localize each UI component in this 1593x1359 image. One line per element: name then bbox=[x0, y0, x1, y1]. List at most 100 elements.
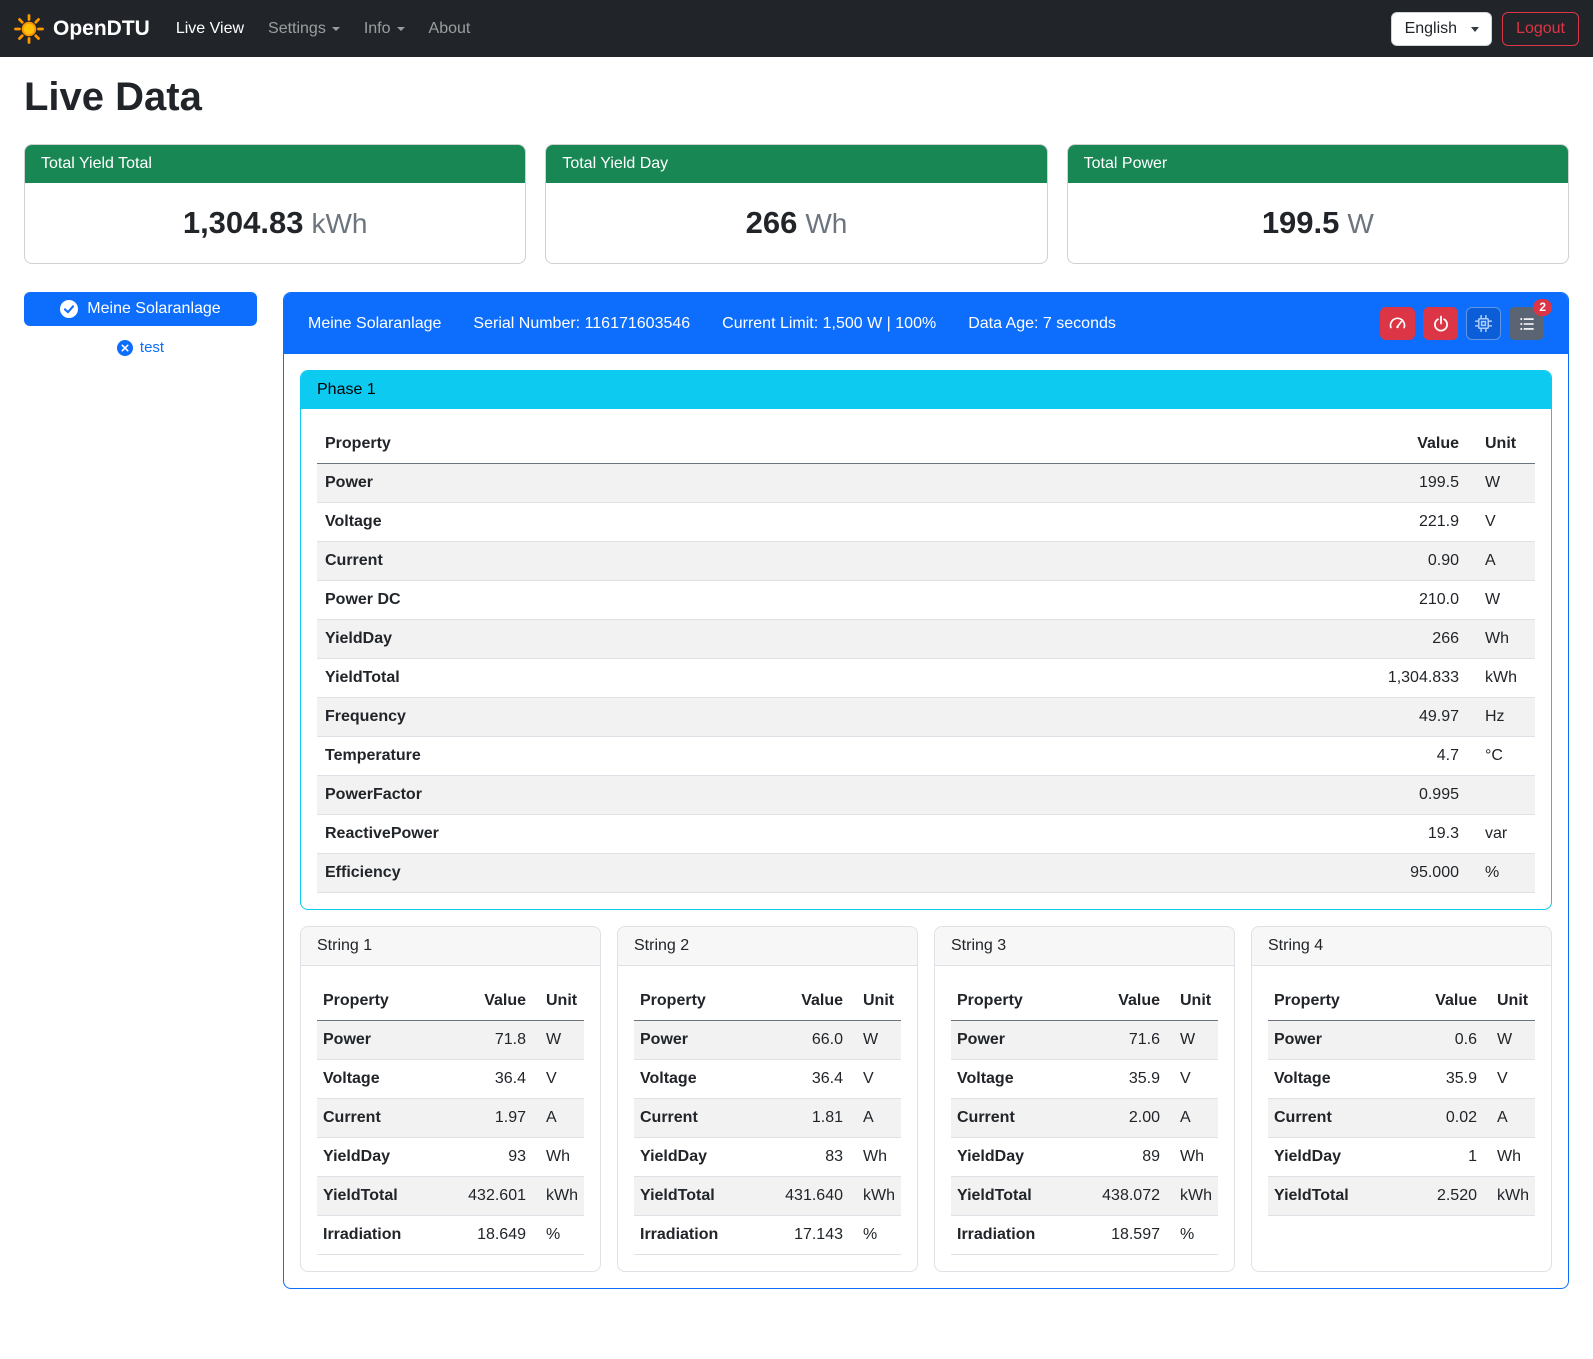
value-cell: 66.0 bbox=[775, 1021, 849, 1060]
table-header-row: Property Value Unit bbox=[634, 982, 901, 1021]
table-row: YieldDay 266 Wh bbox=[317, 620, 1535, 659]
property-cell: Voltage bbox=[317, 1060, 458, 1099]
column-header-value: Value bbox=[1092, 982, 1166, 1021]
power-toggle-button[interactable] bbox=[1423, 307, 1458, 340]
table-row: Power DC 210.0 W bbox=[317, 581, 1535, 620]
property-cell: Irradiation bbox=[634, 1216, 775, 1255]
value-cell: 0.02 bbox=[1409, 1099, 1483, 1138]
string-title: String 3 bbox=[935, 927, 1234, 966]
nav-about[interactable]: About bbox=[420, 12, 480, 46]
table-row: PowerFactor 0.995 bbox=[317, 776, 1535, 815]
limit-settings-button[interactable] bbox=[1380, 307, 1415, 340]
value-cell: 18.649 bbox=[458, 1216, 532, 1255]
value-cell: 0.995 bbox=[1337, 776, 1467, 815]
value-cell: 71.8 bbox=[458, 1021, 532, 1060]
value-cell: 210.0 bbox=[1337, 581, 1467, 620]
unit-cell: kWh bbox=[1483, 1177, 1535, 1216]
table-row: Irradiation 18.597 % bbox=[951, 1216, 1218, 1255]
table-row: YieldDay 89 Wh bbox=[951, 1138, 1218, 1177]
phase-table: Property Value Unit Power bbox=[317, 425, 1535, 893]
language-value: English bbox=[1405, 20, 1457, 37]
unit-cell: °C bbox=[1467, 737, 1535, 776]
phase-title: Phase 1 bbox=[301, 371, 1551, 409]
table-header-row: Property Value Unit bbox=[1268, 982, 1535, 1021]
property-cell: Voltage bbox=[317, 503, 1337, 542]
total-yield-day-value: 266 bbox=[746, 205, 798, 240]
column-header-property: Property bbox=[634, 982, 775, 1021]
x-circle-icon bbox=[117, 340, 133, 356]
string-3-card: String 3 Property Value Unit bbox=[934, 926, 1235, 1272]
restart-device-button[interactable] bbox=[1466, 307, 1501, 340]
nav-settings[interactable]: Settings bbox=[259, 12, 349, 46]
value-cell: 438.072 bbox=[1092, 1177, 1166, 1216]
brand-link[interactable]: OpenDTU bbox=[14, 14, 150, 44]
logout-button[interactable]: Logout bbox=[1502, 12, 1579, 46]
column-header-value: Value bbox=[1409, 982, 1483, 1021]
table-row: Current 2.00 A bbox=[951, 1099, 1218, 1138]
string-1-card: String 1 Property Value Unit bbox=[300, 926, 601, 1272]
property-cell: Power bbox=[634, 1021, 775, 1060]
value-cell: 18.597 bbox=[1092, 1216, 1166, 1255]
unit-cell: Wh bbox=[1483, 1138, 1535, 1177]
total-yield-total-unit: kWh bbox=[312, 208, 368, 239]
unit-cell bbox=[1467, 776, 1535, 815]
table-row: YieldDay 1 Wh bbox=[1268, 1138, 1535, 1177]
chevron-down-icon bbox=[332, 27, 340, 31]
column-header-value: Value bbox=[458, 982, 532, 1021]
table-row: YieldTotal 432.601 kWh bbox=[317, 1177, 584, 1216]
value-cell: 2.00 bbox=[1092, 1099, 1166, 1138]
event-log-button[interactable]: 2 bbox=[1509, 307, 1544, 340]
property-cell: YieldDay bbox=[317, 1138, 458, 1177]
sidebar-item-label: test bbox=[140, 339, 164, 356]
property-cell: Irradiation bbox=[951, 1216, 1092, 1255]
top-navbar: OpenDTU Live View Settings Info About En… bbox=[0, 0, 1593, 57]
property-cell: Current bbox=[951, 1099, 1092, 1138]
event-count-badge: 2 bbox=[1533, 299, 1552, 316]
inverter-panel: Meine Solaranlage Serial Number: 1161716… bbox=[283, 292, 1569, 1289]
table-row: Frequency 49.97 Hz bbox=[317, 698, 1535, 737]
property-cell: Power bbox=[1268, 1021, 1409, 1060]
string-1-table: Property Value Unit Power bbox=[317, 982, 584, 1255]
table-row: YieldTotal 438.072 kWh bbox=[951, 1177, 1218, 1216]
nav-live-view[interactable]: Live View bbox=[167, 12, 253, 46]
language-select[interactable]: English bbox=[1391, 12, 1492, 46]
table-row: Voltage 36.4 V bbox=[317, 1060, 584, 1099]
value-cell: 431.640 bbox=[775, 1177, 849, 1216]
sidebar-item-test[interactable]: test bbox=[24, 339, 257, 356]
unit-cell: V bbox=[1483, 1060, 1535, 1099]
total-yield-day-unit: Wh bbox=[805, 208, 847, 239]
panel-actions: 2 bbox=[1380, 307, 1544, 340]
unit-cell: V bbox=[1166, 1060, 1218, 1099]
unit-cell: V bbox=[849, 1060, 901, 1099]
property-cell: Current bbox=[317, 542, 1337, 581]
table-row: Irradiation 17.143 % bbox=[634, 1216, 901, 1255]
property-cell: Power bbox=[317, 1021, 458, 1060]
unit-cell: A bbox=[532, 1099, 584, 1138]
value-cell: 432.601 bbox=[458, 1177, 532, 1216]
property-cell: YieldTotal bbox=[634, 1177, 775, 1216]
string-title: String 2 bbox=[618, 927, 917, 966]
value-cell: 93 bbox=[458, 1138, 532, 1177]
property-cell: Frequency bbox=[317, 698, 1337, 737]
value-cell: 36.4 bbox=[775, 1060, 849, 1099]
property-cell: YieldTotal bbox=[951, 1177, 1092, 1216]
table-row: Current 0.02 A bbox=[1268, 1099, 1535, 1138]
table-row: Irradiation 18.649 % bbox=[317, 1216, 584, 1255]
table-row: YieldDay 93 Wh bbox=[317, 1138, 584, 1177]
unit-cell: Wh bbox=[532, 1138, 584, 1177]
sun-icon bbox=[14, 14, 44, 44]
page-title: Live Data bbox=[24, 75, 1569, 120]
unit-cell: kWh bbox=[1467, 659, 1535, 698]
unit-cell: % bbox=[532, 1216, 584, 1255]
property-cell: Efficiency bbox=[317, 854, 1337, 893]
value-cell: 35.9 bbox=[1092, 1060, 1166, 1099]
total-power-value: 199.5 bbox=[1262, 205, 1340, 240]
nav-links: Live View Settings Info About bbox=[164, 12, 483, 46]
nav-info[interactable]: Info bbox=[355, 12, 414, 46]
column-header-unit: Unit bbox=[849, 982, 901, 1021]
sidebar-item-meine-solaranlage[interactable]: Meine Solaranlage bbox=[24, 292, 257, 326]
table-row: Power 199.5 W bbox=[317, 464, 1535, 503]
inverter-panel-header: Meine Solaranlage Serial Number: 1161716… bbox=[284, 293, 1568, 354]
unit-cell: kWh bbox=[1166, 1177, 1218, 1216]
cpu-chip-icon bbox=[1474, 314, 1493, 333]
